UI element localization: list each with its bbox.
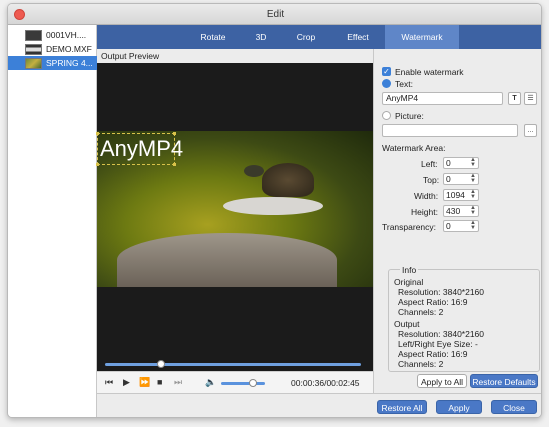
seek-knob[interactable] [157,360,166,368]
transparency-value: 0 [446,221,451,231]
width-label: Width: [414,191,439,201]
picture-path-input[interactable] [382,124,518,137]
seek-bar[interactable] [105,363,361,366]
tab-rotate[interactable]: Rotate [185,25,241,49]
file-name: DEMO.MXF [46,44,92,54]
volume-slider[interactable] [221,382,265,385]
file-item-selected[interactable]: SPRING 4... [8,56,97,70]
transparency-label: Transparency: [382,222,437,232]
resize-handle[interactable] [96,163,99,166]
output-eye-size: Left/Right Eye Size: - [398,339,478,349]
original-label: Original [394,277,424,287]
original-resolution: Resolution: 3840*2160 [398,287,485,297]
file-name: 0001VH.... [46,30,87,40]
enable-watermark-checkbox[interactable]: ✓ [382,67,391,76]
volume-icon[interactable]: 🔈 [205,377,216,388]
edit-window: Edit 0001VH.... DEMO.MXF SPRING 4... Rot… [7,3,542,418]
turtle-shell [262,163,314,197]
output-resolution: Resolution: 3840*2160 [398,329,485,339]
file-thumbnail [25,43,42,55]
play-icon[interactable]: ▶ [123,377,130,388]
tab-3d[interactable]: 3D [241,25,281,49]
tab-watermark[interactable]: Watermark [385,25,459,49]
output-channels: Channels: 2 [398,359,444,369]
apply-to-all-button[interactable]: Apply to All [417,374,467,388]
top-spinbox[interactable]: 0 ▲ ▼ [443,173,479,185]
output-preview-label: Output Preview [101,51,160,61]
font-t-icon[interactable]: T [508,92,521,105]
file-item[interactable]: 0001VH.... [8,28,97,42]
output-label: Output [394,319,420,329]
window-title: Edit [266,9,285,20]
tab-crop[interactable]: Crop [281,25,331,49]
enable-watermark-label: Enable watermark [395,67,464,77]
picture-radio[interactable] [382,111,391,120]
info-title: Info [400,265,419,275]
watermark-text-input[interactable]: AnyMP4 [382,92,503,105]
resize-handle[interactable] [173,163,176,166]
skip-end-icon[interactable]: ⏭ [174,377,182,388]
picture-label: Picture: [395,111,424,121]
file-thumbnail [25,57,42,69]
stepper-arrows-icon[interactable]: ▲ ▼ [470,205,476,216]
browse-picture-button[interactable]: ... [524,124,537,137]
resize-handle[interactable] [173,132,176,135]
height-spinbox[interactable]: 430 ▲ ▼ [443,205,479,217]
stop-icon[interactable]: ■ [157,377,162,387]
file-name: SPRING 4... [46,58,93,68]
watermark-area-label: Watermark Area: [382,143,446,153]
font-settings-icon[interactable]: ☰ [524,92,537,105]
left-spinbox[interactable]: 0 ▲ ▼ [443,157,479,169]
resize-handle[interactable] [96,132,99,135]
rock-shape [117,233,337,287]
height-label: Height: [411,207,438,217]
title-bar: Edit [8,4,541,25]
top-label: Top: [423,175,440,185]
tab-effect[interactable]: Effect [331,25,385,49]
turtle-head [244,165,264,177]
height-value: 430 [446,206,461,216]
watermark-panel: ✓ Enable watermark Text: AnyMP4 T ☰ Pict… [373,49,541,393]
fast-forward-icon[interactable]: ⏩ [139,377,150,388]
text-label: Text: [395,79,413,89]
close-window-icon[interactable] [14,9,25,20]
transparency-spinbox[interactable]: 0 ▲ ▼ [443,220,479,232]
close-button[interactable]: Close [491,400,537,414]
preview-area: AnyMP4 [96,63,373,393]
left-value: 0 [446,158,451,168]
top-value: 0 [446,174,451,184]
watermark-overlay[interactable]: AnyMP4 [96,132,183,166]
output-aspect-ratio: Aspect Ratio: 16:9 [398,349,468,359]
file-list: 0001VH.... DEMO.MXF SPRING 4... [8,25,97,417]
file-item[interactable]: DEMO.MXF [8,42,97,56]
width-value: 1094 [446,190,465,200]
footer-bar: Restore All Apply Close [97,393,541,417]
text-radio[interactable] [382,79,391,88]
watermark-preview-text: AnyMP4 [100,136,184,161]
tab-bar: Rotate 3D Crop Effect Watermark [97,25,541,49]
player-controls: ⏮ ▶ ⏩ ■ ⏭ 🔈 00:00:36/00:02:45 [97,371,373,393]
stepper-arrows-icon[interactable]: ▲ ▼ [470,173,476,184]
left-label: Left: [421,159,438,169]
apply-button[interactable]: Apply [436,400,482,414]
original-channels: Channels: 2 [398,307,444,317]
rock-highlight [223,197,323,215]
time-display: 00:00:36/00:02:45 [291,378,360,388]
width-spinbox[interactable]: 1094 ▲ ▼ [443,189,479,201]
restore-defaults-button[interactable]: Restore Defaults [470,374,538,388]
restore-all-button[interactable]: Restore All [377,400,427,414]
volume-knob[interactable] [248,379,257,387]
original-aspect-ratio: Aspect Ratio: 16:9 [398,297,468,307]
stepper-arrows-icon[interactable]: ▲ ▼ [470,189,476,200]
skip-back-icon[interactable]: ⏮ [105,377,113,388]
file-thumbnail [25,29,42,41]
stepper-arrows-icon[interactable]: ▲ ▼ [470,157,476,168]
stepper-arrows-icon[interactable]: ▲ ▼ [470,220,476,231]
